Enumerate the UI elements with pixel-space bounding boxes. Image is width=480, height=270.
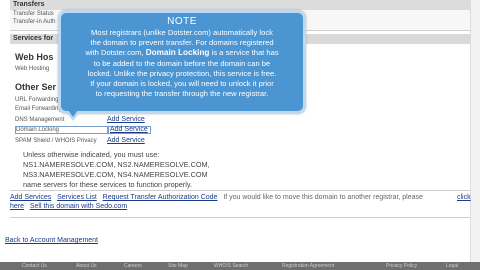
- nameserver-line-2: NS3.NAMERESOLVE.COM, NS4.NAMERESOLVE.COM: [23, 170, 208, 179]
- note-title: NOTE: [167, 16, 197, 27]
- note-line: If your domain is locked, you will need …: [90, 79, 274, 89]
- click-link[interactable]: click: [457, 193, 471, 202]
- link-separator: [219, 194, 221, 201]
- note-line: to be added to the domain before the dom…: [93, 58, 271, 68]
- footer-link-whois[interactable]: WHOIS Search: [214, 263, 248, 269]
- nameserver-intro: Unless otherwise indicated, you must use…: [23, 150, 160, 159]
- nameserver-notice: Unless otherwise indicated, you must use…: [23, 150, 210, 190]
- domain-locking-note-tooltip: NOTE Most registrars (unlike Dotster.com…: [58, 10, 306, 114]
- add-service-dns-link[interactable]: Add Service: [107, 116, 145, 124]
- note-line: to requesting the transfer through the n…: [95, 89, 269, 99]
- link-separator: [53, 194, 55, 201]
- footer-link-about[interactable]: About Us: [76, 263, 97, 269]
- note-text: with Dotster.com,: [85, 48, 144, 58]
- service-name: DNS Management: [15, 117, 65, 123]
- note-line: Most registrars (unlike Dotster.com) aut…: [91, 28, 273, 37]
- web-hosting-title: Web Hos: [15, 52, 54, 62]
- footer-link-privacy[interactable]: Privacy Policy: [386, 263, 417, 269]
- services-list-link[interactable]: Services List: [57, 194, 97, 201]
- sell-on-sedo-link[interactable]: Sell this domain with Sedo.com: [30, 203, 127, 210]
- note-highlight: Domain Locking: [145, 48, 210, 58]
- footer-link-sitemap[interactable]: Site Map: [168, 263, 188, 269]
- here-link[interactable]: here: [10, 203, 24, 210]
- service-row-dns-management: DNS Management Add Service: [15, 116, 155, 124]
- divider: [10, 190, 470, 191]
- other-services-title: Other Ser: [15, 82, 57, 92]
- scrollbar[interactable]: [470, 0, 480, 270]
- add-services-link[interactable]: Add Services: [10, 194, 51, 201]
- footer-link-legal[interactable]: Legal: [446, 263, 458, 269]
- service-name: SPAM Shield / WHOIS Privacy: [15, 138, 97, 144]
- footer-link-agreement[interactable]: Registration Agreement: [282, 263, 334, 269]
- note-line: with Dotster.com, Domain Locking is a se…: [65, 48, 299, 58]
- footer-link-careers[interactable]: Careers: [124, 263, 142, 269]
- nameserver-outro: name servers for these services to funct…: [23, 180, 192, 189]
- service-row-spam-shield: SPAM Shield / WHOIS Privacy Add Service: [15, 137, 155, 145]
- service-name: Domain Locking: [15, 126, 109, 134]
- back-to-account-link[interactable]: Back to Account Management: [5, 237, 98, 244]
- add-service-spam-shield-link[interactable]: Add Service: [107, 137, 145, 145]
- note-line: the domain to prevent transfer. For doma…: [90, 38, 274, 48]
- link-separator: [26, 203, 28, 210]
- web-hosting-label: Web Hosting: [15, 66, 50, 72]
- note-text: is a service that has: [211, 48, 279, 58]
- add-service-domain-locking-link[interactable]: Add Service: [107, 126, 151, 134]
- note-body: Most registrars (unlike Dotster.com) aut…: [61, 28, 303, 99]
- domain-actions: Add Services Services List Request Trans…: [10, 193, 471, 211]
- request-transfer-code-link[interactable]: Request Transfer Authorization Code: [103, 194, 218, 201]
- nameserver-line-1: NS1.NAMERESOLVE.COM, NS2.NAMERESOLVE.COM…: [23, 160, 210, 169]
- footer-bar: Contact Us About Us Careers Site Map WHO…: [0, 262, 480, 270]
- divider: [10, 217, 470, 218]
- left-gutter: [0, 0, 10, 270]
- note-line: locked. Unlike the privacy protection, t…: [87, 68, 277, 78]
- transfers-heading: Transfers: [10, 0, 470, 10]
- link-separator: [99, 194, 101, 201]
- move-domain-text: If you would like to move this domain to…: [223, 194, 423, 201]
- note-pointer-fill: [68, 110, 78, 117]
- footer-link-contact[interactable]: Contact Us: [22, 263, 47, 269]
- service-row-domain-locking: Domain Locking Add Service: [15, 126, 155, 134]
